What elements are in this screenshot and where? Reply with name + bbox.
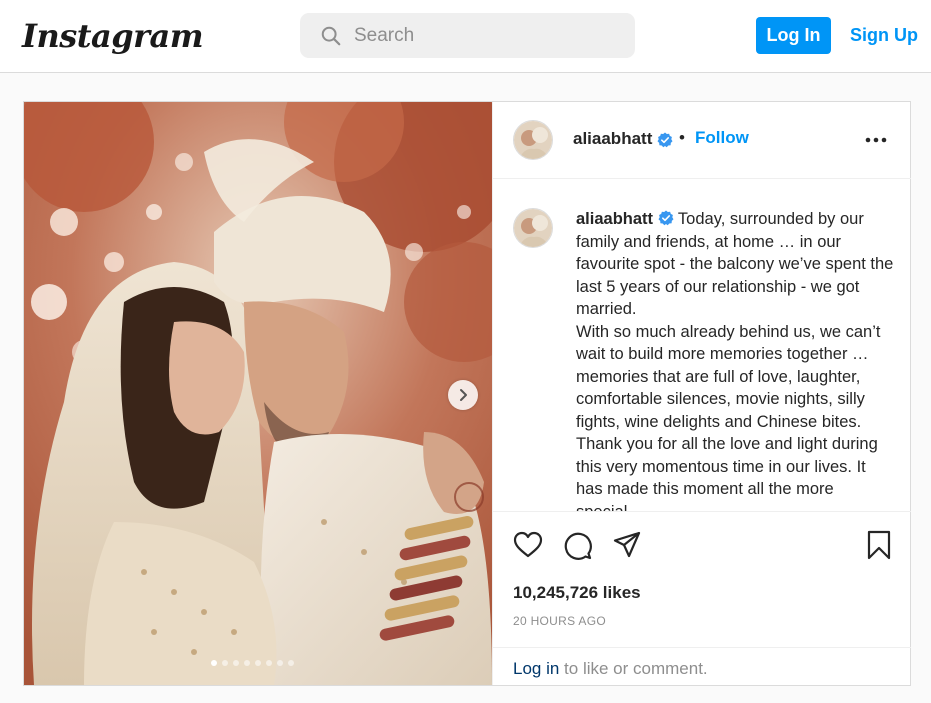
post-header: aliaabhatt • Follow	[493, 102, 911, 179]
carousel-dot	[233, 660, 239, 666]
caption-paragraph: Thank you for all the love and light dur…	[576, 435, 878, 511]
like-count[interactable]: 10,245,726 likes	[513, 583, 641, 603]
post-media[interactable]	[24, 102, 492, 685]
follow-button[interactable]: Follow	[695, 128, 749, 148]
post-card: aliaabhatt • Follow aliaabhatt Today, su…	[23, 101, 911, 686]
login-prompt: Log in to like or comment.	[493, 647, 911, 686]
carousel-dot	[211, 660, 217, 666]
more-options-icon[interactable]	[863, 128, 889, 152]
avatar-image	[514, 209, 552, 247]
search-box[interactable]	[300, 13, 635, 58]
caption-section: aliaabhatt Today, surrounded by our fami…	[493, 180, 911, 511]
carousel-dot	[222, 660, 228, 666]
sign-up-link[interactable]: Sign Up	[850, 23, 918, 47]
carousel-indicator	[211, 660, 294, 668]
post-timestamp[interactable]: 20 HOURS AGO	[513, 614, 606, 628]
caption-username[interactable]: aliaabhatt	[576, 210, 653, 228]
comment-icon[interactable]	[562, 530, 592, 560]
caption-paragraph: With so much already behind us, we can’t…	[576, 322, 881, 431]
share-icon[interactable]	[612, 530, 642, 560]
carousel-dot	[277, 660, 283, 666]
instagram-logo[interactable]: Instagram	[22, 14, 204, 58]
avatar[interactable]	[513, 208, 553, 248]
separator-dot: •	[679, 128, 685, 147]
post-side-panel: aliaabhatt • Follow aliaabhatt Today, su…	[492, 102, 911, 685]
post-caption: aliaabhatt Today, surrounded by our fami…	[576, 208, 894, 511]
carousel-dot	[244, 660, 250, 666]
avatar-image	[514, 121, 552, 159]
search-icon	[321, 26, 341, 46]
login-prompt-text: to like or comment.	[559, 659, 708, 678]
top-navigation-bar: Instagram Log In Sign Up	[0, 0, 931, 73]
bookmark-icon[interactable]	[864, 530, 894, 560]
post-author-username[interactable]: aliaabhatt	[573, 129, 652, 149]
verified-badge-icon	[657, 132, 673, 148]
avatar[interactable]	[513, 120, 553, 160]
verified-badge-icon	[658, 210, 674, 226]
search-input[interactable]	[354, 13, 624, 58]
carousel-dot	[288, 660, 294, 666]
carousel-dot	[255, 660, 261, 666]
heart-icon[interactable]	[513, 530, 543, 560]
next-slide-button[interactable]	[448, 380, 478, 410]
log-in-button[interactable]: Log In	[756, 17, 831, 54]
chevron-right-icon	[460, 389, 467, 401]
post-actions: 10,245,726 likes 20 HOURS AGO Log in to …	[493, 511, 911, 685]
post-photo	[24, 102, 492, 685]
log-in-link[interactable]: Log in	[513, 659, 559, 678]
carousel-dot	[266, 660, 272, 666]
